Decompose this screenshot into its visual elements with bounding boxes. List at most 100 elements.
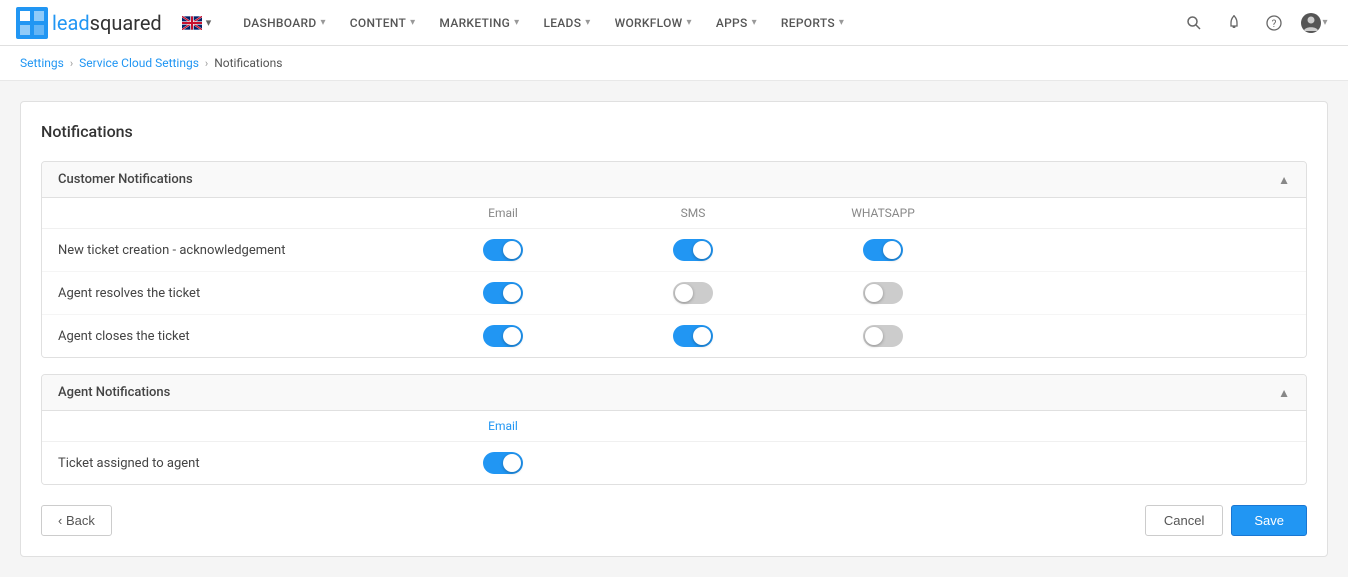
agent-row-1-label: Ticket assigned to agent xyxy=(58,456,408,471)
agent-section-title: Agent Notifications xyxy=(58,385,170,400)
help-button[interactable]: ? xyxy=(1256,5,1292,41)
toggle-knob xyxy=(675,284,693,302)
row-2-whatsapp-cell xyxy=(788,282,978,304)
agent-section-body: Email Ticket assigned to agent xyxy=(42,411,1306,484)
agent-row-1: Ticket assigned to agent xyxy=(42,442,1306,484)
col-email-header: Email xyxy=(408,206,598,220)
row-1-whatsapp-toggle[interactable] xyxy=(863,239,903,261)
toggle-knob xyxy=(693,327,711,345)
customer-row-1: New ticket creation - acknowledgement xyxy=(42,229,1306,272)
row-3-sms-toggle[interactable] xyxy=(673,325,713,347)
svg-text:?: ? xyxy=(1272,19,1277,30)
collapse-icon[interactable]: ▲ xyxy=(1278,386,1290,400)
nav-leads[interactable]: LEADS ▾ xyxy=(531,0,602,46)
footer-right-buttons: Cancel Save xyxy=(1145,505,1307,536)
col-whatsapp-header: WHATSAPP xyxy=(788,206,978,220)
chevron-down-icon: ▾ xyxy=(320,17,325,28)
nav-content[interactable]: CONTENT ▾ xyxy=(338,0,428,46)
breadcrumb-service-cloud[interactable]: Service Cloud Settings xyxy=(79,56,199,70)
user-avatar-button[interactable]: ▾ xyxy=(1296,5,1332,41)
agent-col-headers: Email xyxy=(42,411,1306,442)
row-3-label: Agent closes the ticket xyxy=(58,329,408,344)
breadcrumb: Settings › Service Cloud Settings › Noti… xyxy=(0,46,1348,81)
col-email-agent-header: Email xyxy=(408,419,598,433)
chevron-down-icon: ▾ xyxy=(752,17,757,28)
agent-row-1-email-toggle[interactable] xyxy=(483,452,523,474)
customer-notifications-section: Customer Notifications ▲ Email SMS WHATS… xyxy=(41,161,1307,358)
chevron-down-icon: ▾ xyxy=(1322,17,1327,28)
toggle-knob xyxy=(865,327,883,345)
notifications-button[interactable] xyxy=(1216,5,1252,41)
agent-notifications-section: Agent Notifications ▲ Email Ticket assig… xyxy=(41,374,1307,485)
row-3-sms-cell xyxy=(598,325,788,347)
main-content: Notifications Customer Notifications ▲ E… xyxy=(0,81,1348,577)
row-2-sms-cell xyxy=(598,282,788,304)
breadcrumb-sep-1: › xyxy=(70,57,73,70)
customer-section-header[interactable]: Customer Notifications ▲ xyxy=(42,162,1306,198)
breadcrumb-sep-2: › xyxy=(205,57,208,70)
row-3-whatsapp-toggle[interactable] xyxy=(863,325,903,347)
nav-items: DASHBOARD ▾ CONTENT ▾ MARKETING ▾ LEADS … xyxy=(231,0,1176,46)
row-3-whatsapp-cell xyxy=(788,325,978,347)
chevron-down-icon: ▾ xyxy=(839,17,844,28)
agent-row-1-email-cell xyxy=(408,452,598,474)
col-sms-header: SMS xyxy=(598,206,788,220)
back-button[interactable]: ‹ Back xyxy=(41,505,112,536)
toggle-knob xyxy=(693,241,711,259)
chevron-down-icon: ▾ xyxy=(410,17,415,28)
row-1-email-cell xyxy=(408,239,598,261)
customer-row-3: Agent closes the ticket xyxy=(42,315,1306,357)
breadcrumb-settings[interactable]: Settings xyxy=(20,56,64,70)
row-1-email-toggle[interactable] xyxy=(483,239,523,261)
customer-section-body: Email SMS WHATSAPP New ticket creation -… xyxy=(42,198,1306,357)
nav-apps[interactable]: APPS ▾ xyxy=(704,0,769,46)
toggle-knob xyxy=(503,327,521,345)
customer-section-title: Customer Notifications xyxy=(58,172,193,187)
logo-text: leadsquared xyxy=(52,11,162,35)
cancel-button[interactable]: Cancel xyxy=(1145,505,1223,536)
toggle-knob xyxy=(883,241,901,259)
chevron-down-icon: ▾ xyxy=(514,17,519,28)
row-3-email-toggle[interactable] xyxy=(483,325,523,347)
page-title: Notifications xyxy=(41,122,1307,141)
chevron-down-icon: ▾ xyxy=(585,17,590,28)
row-1-sms-cell xyxy=(598,239,788,261)
nav-reports[interactable]: REPORTS ▾ xyxy=(769,0,856,46)
collapse-icon[interactable]: ▲ xyxy=(1278,173,1290,187)
page-card: Notifications Customer Notifications ▲ E… xyxy=(20,101,1328,557)
nav-actions: ? ▾ xyxy=(1176,5,1332,41)
customer-col-headers: Email SMS WHATSAPP xyxy=(42,198,1306,229)
nav-marketing[interactable]: MARKETING ▾ xyxy=(427,0,531,46)
nav-workflow[interactable]: WORKFLOW ▾ xyxy=(603,0,704,46)
logo-icon xyxy=(16,7,48,39)
toggle-knob xyxy=(503,241,521,259)
customer-row-2: Agent resolves the ticket xyxy=(42,272,1306,315)
toggle-knob xyxy=(503,454,521,472)
language-selector[interactable]: ▾ xyxy=(182,16,212,30)
row-2-whatsapp-toggle[interactable] xyxy=(863,282,903,304)
toggle-knob xyxy=(865,284,883,302)
row-1-whatsapp-cell xyxy=(788,239,978,261)
row-2-sms-toggle[interactable] xyxy=(673,282,713,304)
search-button[interactable] xyxy=(1176,5,1212,41)
nav-dashboard[interactable]: DASHBOARD ▾ xyxy=(231,0,338,46)
bell-icon xyxy=(1226,15,1242,31)
row-2-email-cell xyxy=(408,282,598,304)
save-button[interactable]: Save xyxy=(1231,505,1307,536)
chevron-down-icon: ▾ xyxy=(687,17,692,28)
lang-label: ▾ xyxy=(206,16,212,29)
row-1-label: New ticket creation - acknowledgement xyxy=(58,243,408,258)
navbar: leadsquared ▾ DASHBOARD ▾ CONTENT ▾ MARK… xyxy=(0,0,1348,46)
footer-actions: ‹ Back Cancel Save xyxy=(41,505,1307,536)
toggle-knob xyxy=(503,284,521,302)
row-1-sms-toggle[interactable] xyxy=(673,239,713,261)
row-2-label: Agent resolves the ticket xyxy=(58,286,408,301)
row-3-email-cell xyxy=(408,325,598,347)
avatar-icon xyxy=(1300,12,1322,34)
logo[interactable]: leadsquared xyxy=(16,7,162,39)
agent-section-header[interactable]: Agent Notifications ▲ xyxy=(42,375,1306,411)
search-icon xyxy=(1186,15,1202,31)
breadcrumb-current: Notifications xyxy=(214,56,282,70)
flag-icon xyxy=(182,16,202,30)
row-2-email-toggle[interactable] xyxy=(483,282,523,304)
